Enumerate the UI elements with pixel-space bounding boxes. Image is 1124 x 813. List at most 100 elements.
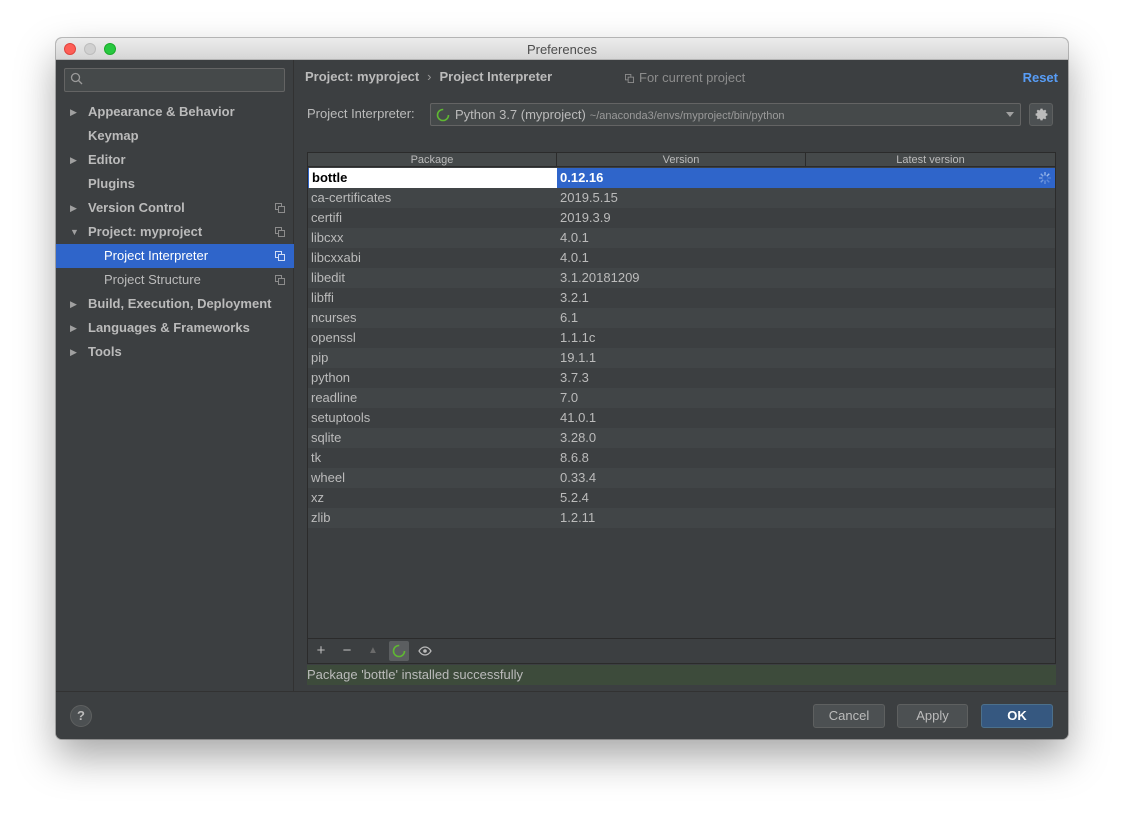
sidebar-item-appearance-behavior[interactable]: ▶ Appearance & Behavior	[56, 100, 294, 124]
chevron-right-icon[interactable]: ▶	[70, 292, 77, 316]
chevron-down-icon[interactable]: ▼	[70, 220, 79, 244]
version-cell: 19.1.1	[560, 350, 597, 365]
table-row[interactable]: python 3.7.3	[308, 368, 1055, 388]
column-header-package[interactable]: Package	[308, 153, 557, 167]
sidebar-item-project-interpreter[interactable]: Project Interpreter	[56, 244, 294, 268]
chevron-right-icon[interactable]: ▶	[70, 316, 77, 340]
chevron-right-icon[interactable]: ▶	[70, 196, 77, 220]
package-cell: openssl	[311, 330, 356, 345]
column-header-latest-version[interactable]: Latest version	[806, 153, 1055, 167]
main-panel: Project: myproject › Project Interpreter F…	[295, 60, 1068, 691]
table-row[interactable]: ncurses 6.1	[308, 308, 1055, 328]
breadcrumb-parent[interactable]: Project: myproject	[305, 69, 419, 84]
table-row[interactable]: xz 5.2.4	[308, 488, 1055, 508]
package-cell: libedit	[311, 270, 345, 285]
package-cell: xz	[311, 490, 324, 505]
table-row[interactable]: libffi 3.2.1	[308, 288, 1055, 308]
ok-button[interactable]: OK	[981, 704, 1053, 728]
settings-search[interactable]	[64, 68, 285, 92]
package-cell: zlib	[311, 510, 331, 525]
table-row[interactable]: libedit 3.1.20181209	[308, 268, 1055, 288]
sidebar-item-languages-frameworks[interactable]: ▶ Languages & Frameworks	[56, 316, 294, 340]
sidebar-item-build-execution-deployment[interactable]: ▶ Build, Execution, Deployment	[56, 292, 294, 316]
latest-version-cell	[808, 248, 1055, 268]
version-cell: 7.0	[560, 390, 579, 405]
help-button[interactable]: ?	[70, 705, 92, 727]
apply-button[interactable]: Apply	[897, 704, 968, 728]
table-row[interactable]: zlib 1.2.11	[308, 508, 1055, 528]
table-row[interactable]: libcxx 4.0.1	[308, 228, 1055, 248]
version-cell: 2019.5.15	[560, 190, 618, 205]
table-row[interactable]: sqlite 3.28.0	[308, 428, 1055, 448]
version-cell: 5.2.4	[560, 490, 589, 505]
table-row[interactable]: certifi 2019.3.9	[308, 208, 1055, 228]
cancel-button[interactable]: Cancel	[813, 704, 885, 728]
sidebar-item-label: Tools	[88, 344, 122, 359]
sidebar-item-label: Languages & Frameworks	[88, 320, 250, 335]
package-cell: libcxx	[311, 230, 344, 245]
table-row[interactable]: pip 19.1.1	[308, 348, 1055, 368]
interpreter-name: Python 3.7 (myproject)	[455, 107, 586, 122]
interpreter-dropdown[interactable]: Python 3.7 (myproject) ~/anaconda3/envs/m…	[430, 103, 1021, 126]
upgrade-package-button[interactable]: ▲	[363, 641, 383, 661]
sidebar-item-plugins[interactable]: Plugins	[56, 172, 294, 196]
window-title: Preferences	[526, 42, 598, 57]
version-cell: 2019.3.9	[560, 210, 611, 225]
chevron-right-icon[interactable]: ▶	[70, 340, 77, 364]
scope-indicator: For current project	[625, 70, 745, 85]
package-cell: ca-certificates	[311, 190, 392, 205]
search-input[interactable]	[87, 71, 277, 89]
latest-version-cell	[808, 308, 1055, 328]
show-details-button[interactable]	[415, 641, 435, 661]
latest-version-cell	[808, 268, 1055, 288]
column-header-version[interactable]: Version	[557, 153, 806, 167]
add-package-button[interactable]: +	[311, 641, 331, 661]
version-cell: 6.1	[560, 310, 579, 325]
dialog-footer: ? Cancel Apply OK	[56, 691, 1068, 739]
latest-version-cell	[808, 428, 1055, 448]
table-row[interactable]: libcxxabi 4.0.1	[308, 248, 1055, 268]
sidebar-item-label: Project: myproject	[88, 224, 203, 239]
table-toolbar: + − ▲	[308, 638, 1055, 663]
remove-package-button[interactable]: −	[337, 641, 357, 661]
conda-package-manager-button[interactable]	[389, 641, 409, 661]
package-cell: bottle	[309, 168, 557, 188]
package-cell: certifi	[311, 210, 343, 225]
chevron-right-icon[interactable]: ▶	[70, 100, 77, 124]
sidebar-item-project-myproject[interactable]: ▼ Project: myproject	[56, 220, 294, 244]
latest-version-cell	[808, 488, 1055, 508]
chevron-right-icon[interactable]: ▶	[70, 148, 77, 172]
project-level-icon	[275, 203, 285, 213]
latest-version-cell	[808, 468, 1055, 488]
table-row[interactable]: readline 7.0	[308, 388, 1055, 408]
reset-link[interactable]: Reset	[1023, 70, 1058, 85]
sidebar-item-project-structure[interactable]: Project Structure	[56, 268, 294, 292]
gear-icon	[1035, 108, 1048, 121]
table-row[interactable]: bottle 0.12.16	[308, 168, 1055, 188]
sidebar-item-keymap[interactable]: Keymap	[56, 124, 294, 148]
table-row[interactable]: setuptools 41.0.1	[308, 408, 1055, 428]
latest-version-cell	[808, 288, 1055, 308]
version-cell: 4.0.1	[560, 230, 589, 245]
package-cell: ncurses	[311, 310, 357, 325]
version-cell: 1.2.11	[560, 510, 596, 525]
latest-version-cell	[808, 388, 1055, 408]
table-row[interactable]: openssl 1.1.1c	[308, 328, 1055, 348]
latest-version-cell	[808, 188, 1055, 208]
package-cell: sqlite	[311, 430, 342, 445]
sidebar-item-version-control[interactable]: ▶ Version Control	[56, 196, 294, 220]
loading-spinner-icon	[436, 108, 450, 122]
sidebar-item-label: Build, Execution, Deployment	[88, 296, 272, 311]
latest-version-cell	[808, 168, 1055, 188]
sidebar-item-label: Project Interpreter	[104, 248, 209, 263]
package-cell: libffi	[311, 290, 334, 305]
table-row[interactable]: ca-certificates 2019.5.15	[308, 188, 1055, 208]
version-cell: 3.28.0	[560, 430, 597, 445]
table-row[interactable]: tk 8.6.8	[308, 448, 1055, 468]
table-row[interactable]: wheel 0.33.4	[308, 468, 1055, 488]
interpreter-settings-button[interactable]	[1029, 103, 1053, 126]
sidebar-item-editor[interactable]: ▶ Editor	[56, 148, 294, 172]
sidebar-item-tools[interactable]: ▶ Tools	[56, 340, 294, 364]
project-level-icon	[275, 251, 285, 261]
breadcrumb: Project: myproject › Project Interpreter	[305, 69, 552, 84]
